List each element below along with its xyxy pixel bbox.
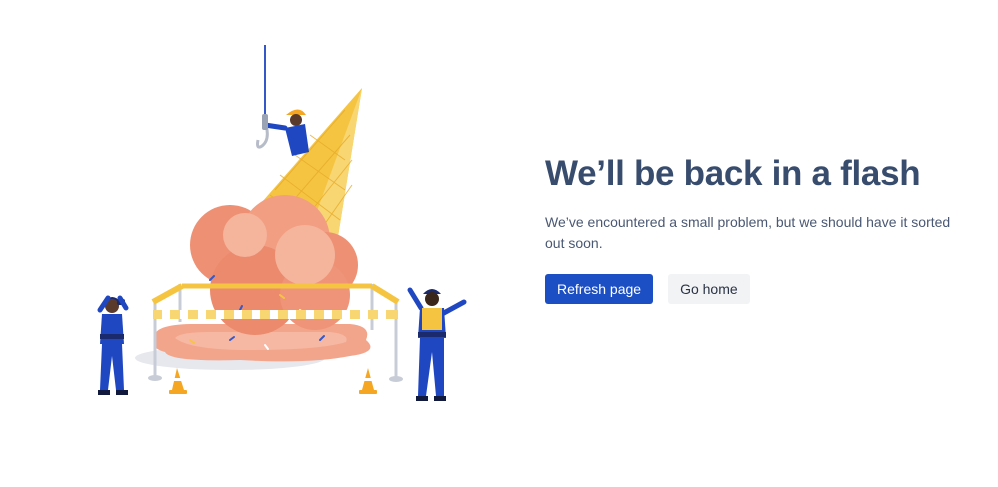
dropped-ice-cream-illustration: [97, 45, 467, 401]
page-title: We’ll be back in a flash: [545, 154, 921, 193]
refresh-page-button[interactable]: Refresh page: [545, 274, 654, 304]
police-officer-right-figure: [407, 287, 467, 401]
go-home-button[interactable]: Go home: [668, 274, 750, 304]
action-buttons: Refresh page Go home: [545, 274, 965, 304]
police-officer-left-figure: [97, 295, 129, 395]
error-page: We’ll be back in a flash We’ve encounter…: [0, 0, 998, 487]
error-content: We’ll be back in a flash We’ve encounter…: [545, 152, 965, 304]
construction-worker-figure: [262, 109, 309, 156]
traffic-cone-left-icon: [169, 368, 187, 394]
error-message: We’ve encountered a small problem, but w…: [545, 214, 951, 251]
traffic-cone-right-icon: [359, 368, 377, 394]
